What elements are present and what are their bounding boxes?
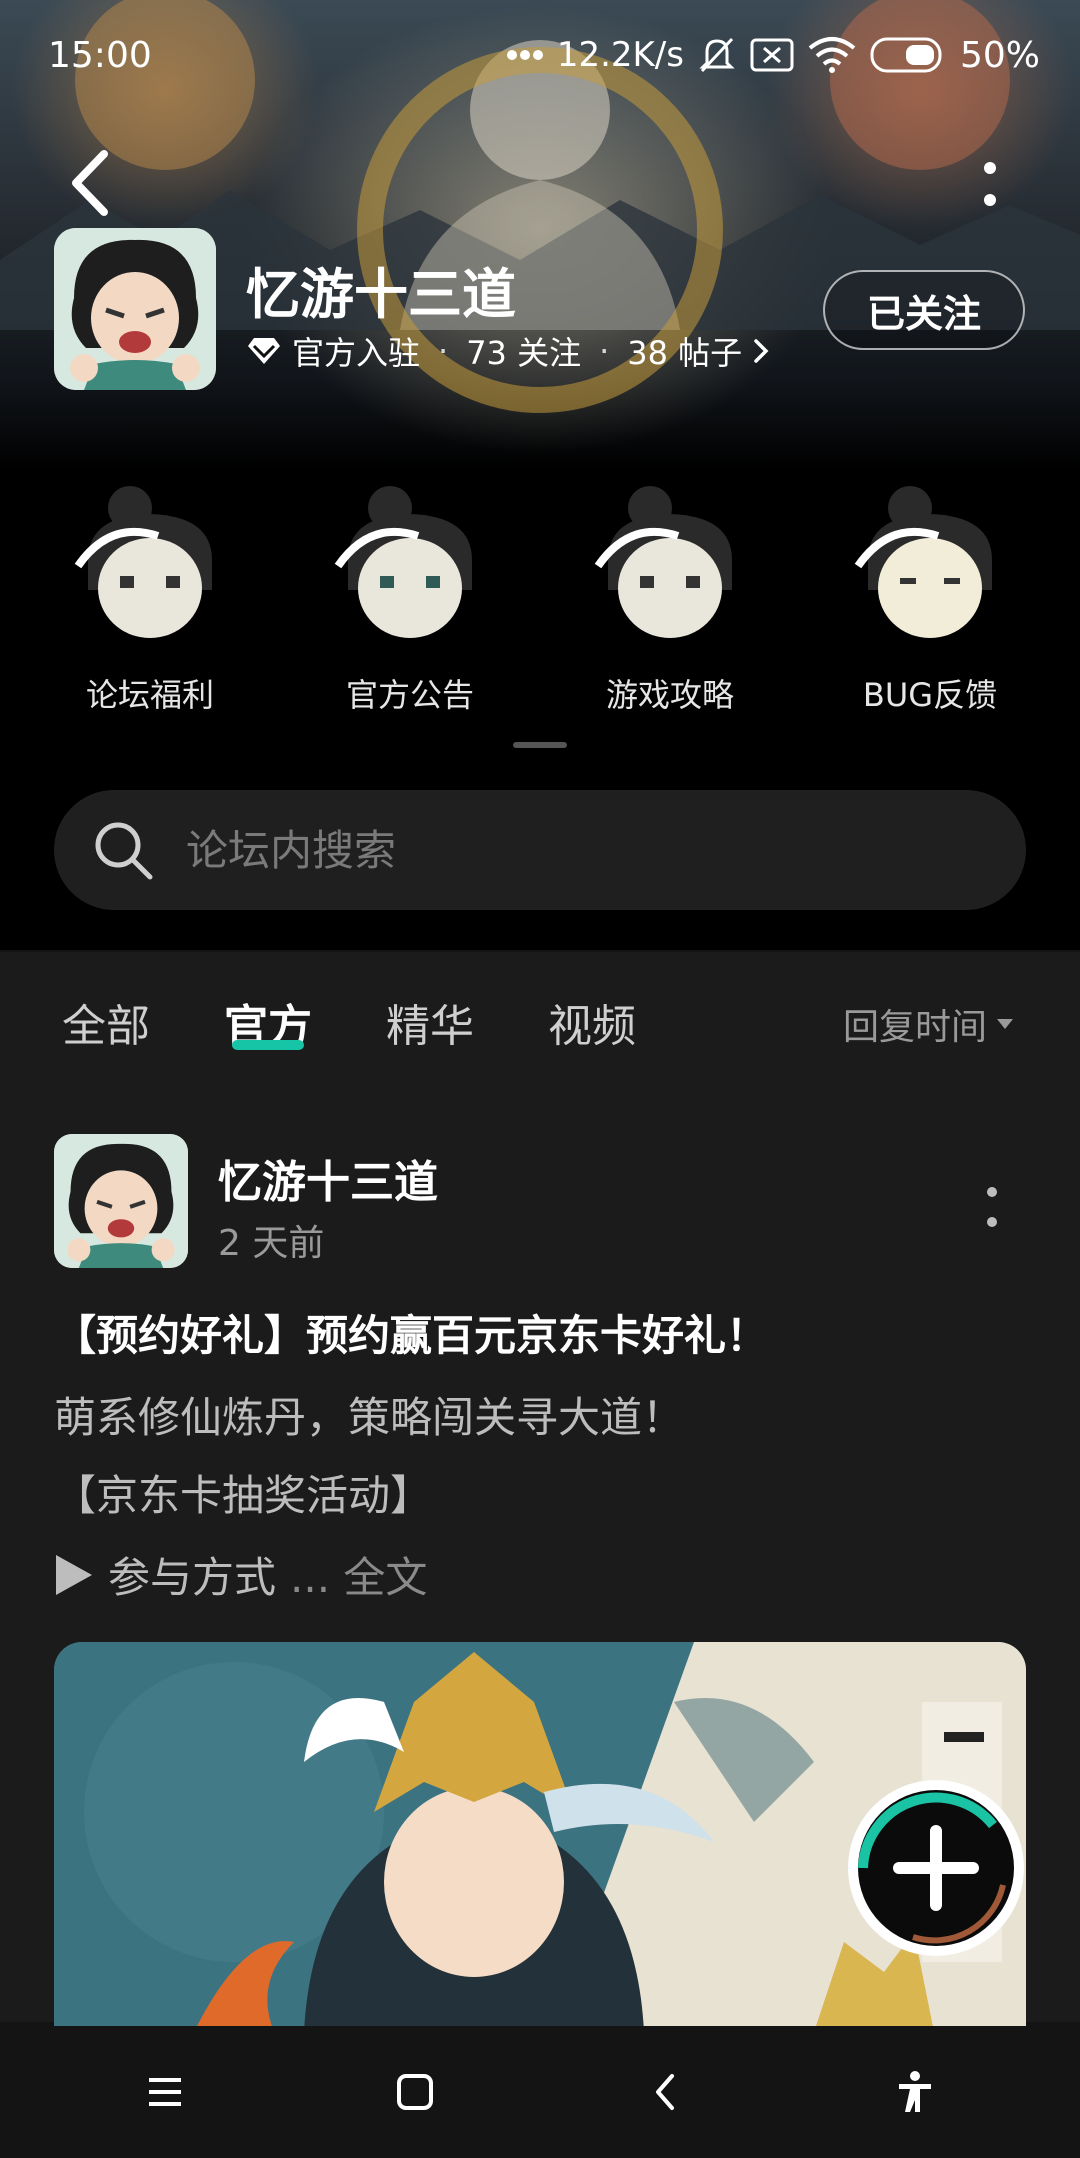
- tab-all[interactable]: 全部: [62, 990, 150, 1054]
- forum-page: 15:00 12.2K/s 50% 忆游十三道 官方入驻 · 73 关注 · 3…: [0, 0, 1080, 2158]
- chevron-right-icon[interactable]: [752, 337, 770, 365]
- sort-dropdown[interactable]: 回复时间: [843, 998, 1015, 1050]
- more-dots-icon: [506, 50, 543, 60]
- post-count[interactable]: 38 帖子: [627, 328, 742, 374]
- official-badge: 官方入驻: [292, 334, 421, 372]
- square-home-icon: [397, 2074, 433, 2110]
- pixel-avatar-icon: [594, 486, 732, 638]
- follower-count[interactable]: 73 关注: [466, 328, 581, 374]
- caret-down-icon: [997, 1019, 1014, 1029]
- accessibility-button[interactable]: [880, 2057, 950, 2127]
- plus-icon: [858, 1790, 1014, 1946]
- forum-meta: 官方入驻 · 73 关注 · 38 帖子: [246, 328, 770, 374]
- status-bar: 15:00 12.2K/s 50%: [0, 0, 1080, 110]
- sim-disabled-icon: [750, 38, 794, 72]
- battery-level: 50%: [959, 34, 1040, 76]
- diamond-verified-icon: [248, 338, 280, 364]
- meta-separator: ·: [599, 332, 610, 370]
- more-vertical-icon[interactable]: [970, 158, 1010, 214]
- create-post-button[interactable]: [848, 1780, 1024, 1956]
- wifi-icon: [808, 37, 856, 73]
- tab-video[interactable]: 视频: [548, 990, 636, 1054]
- search-input[interactable]: [184, 824, 944, 876]
- forum-title: 忆游十三道: [246, 263, 516, 326]
- quick-entry-label: 论坛福利: [85, 676, 214, 714]
- post-excerpt-line: 萌系修仙炼丹，策略闯关寻大道！: [54, 1393, 685, 1442]
- search-bar[interactable]: [54, 790, 1026, 910]
- accessibility-icon: [899, 2071, 931, 2112]
- tab-bar: 全部 官方 精华 视频 回复时间: [0, 952, 1080, 1082]
- bell-muted-icon: [699, 37, 735, 73]
- system-nav-bar: [0, 2026, 1080, 2158]
- post-excerpt-text: 参与方式: [108, 1553, 277, 1602]
- read-more-link[interactable]: ... 全文: [290, 1544, 427, 1605]
- back-chevron-icon: [656, 2074, 674, 2110]
- home-button[interactable]: [380, 2057, 450, 2127]
- menu-icon: [149, 2078, 181, 2106]
- net-speed: 12.2K/s: [556, 35, 684, 75]
- quick-entry-bug-report[interactable]: BUG反馈: [820, 480, 1040, 740]
- quick-entry-label: 官方公告: [345, 676, 474, 714]
- post-excerpt-line: 【京东卡抽奖活动】: [54, 1471, 433, 1520]
- meta-separator: ·: [438, 332, 449, 370]
- quick-entry-welfare[interactable]: 论坛福利: [40, 480, 260, 740]
- quick-entry-announcement[interactable]: 官方公告: [300, 480, 520, 740]
- follow-button[interactable]: 已关注: [823, 270, 1025, 350]
- forum-avatar[interactable]: [54, 228, 216, 390]
- battery-icon: [870, 37, 942, 73]
- system-back-button[interactable]: [630, 2057, 700, 2127]
- status-time: 15:00: [48, 34, 152, 76]
- author-avatar-art: [54, 1134, 188, 1268]
- post-author-avatar[interactable]: [54, 1134, 188, 1268]
- quick-entry-label: 游戏攻略: [605, 676, 734, 714]
- play-triangle-icon: [56, 1554, 92, 1595]
- post-more-icon[interactable]: [982, 1178, 1002, 1238]
- post-timestamp: 2 天前: [218, 1223, 325, 1264]
- tab-featured[interactable]: 精华: [386, 990, 474, 1054]
- forum-avatar-art: [54, 228, 216, 390]
- quick-entries: 论坛福利 官方公告 游戏攻略 BUG反馈: [0, 480, 1080, 740]
- active-tab-indicator: [232, 1040, 304, 1050]
- quick-entry-label: BUG反馈: [862, 676, 998, 714]
- quick-entry-guide[interactable]: 游戏攻略: [560, 480, 780, 740]
- post-excerpt-line: 参与方式 ... 全文: [54, 1544, 427, 1605]
- pixel-avatar-icon: [334, 486, 472, 638]
- status-icons: 12.2K/s 50%: [506, 34, 1040, 76]
- pixel-avatar-icon: [74, 486, 212, 638]
- pixel-avatar-icon: [854, 486, 992, 638]
- recents-button[interactable]: [130, 2057, 200, 2127]
- carousel-indicator: [513, 742, 567, 748]
- sort-label: 回复时间: [843, 1007, 988, 1048]
- post-author-name[interactable]: 忆游十三道: [218, 1146, 438, 1210]
- post-title[interactable]: 【预约好礼】预约赢百元京东卡好礼！: [54, 1302, 768, 1363]
- back-arrow-icon[interactable]: [62, 148, 122, 218]
- search-icon: [95, 822, 153, 880]
